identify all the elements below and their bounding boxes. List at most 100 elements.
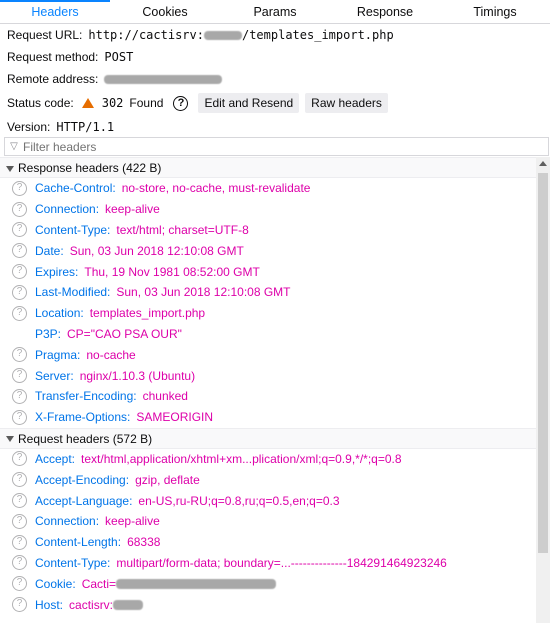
info-circle-icon[interactable]: ? [12, 388, 27, 404]
header-value[interactable]: en-US,ru-RU;q=0.8,ru;q=0.5,en;q=0.3 [138, 494, 339, 508]
header-row[interactable]: ? Location: templates_import.php [0, 303, 536, 324]
response-headers-section[interactable]: Response headers (422 B) [0, 157, 536, 178]
version-row: Version: HTTP/1.1 [7, 116, 547, 138]
info-circle-icon[interactable]: ? [12, 347, 27, 363]
info-circle-icon[interactable]: ? [12, 222, 27, 238]
header-value[interactable]: cactisrv: [69, 598, 113, 612]
info-circle-icon[interactable]: ? [12, 555, 27, 571]
tab-params[interactable]: Params [220, 0, 330, 23]
info-circle-icon[interactable]: ? [12, 284, 27, 300]
response-headers-title: Response headers (422 B) [18, 161, 162, 175]
header-row[interactable]: ? Cache-Control: no-store, no-cache, must-… [0, 178, 536, 199]
header-row[interactable]: ? Accept: text/html,application/xhtml+xm..… [0, 449, 536, 470]
header-row[interactable]: ? Host: cactisrv: [0, 594, 536, 615]
info-circle-icon[interactable]: ? [12, 243, 27, 259]
info-circle-icon[interactable]: ? [12, 264, 27, 280]
redacted-value [116, 578, 277, 589]
header-row[interactable]: ? Content-Type: multipart/form-data; bound… [0, 553, 536, 574]
header-value[interactable]: Sun, 03 Jun 2018 12:10:08 GMT [70, 244, 244, 258]
filter-headers-input[interactable] [23, 139, 523, 154]
scrollbar-thumb[interactable] [538, 173, 548, 553]
header-name: P3P: [35, 326, 62, 341]
info-circle-icon[interactable]: ? [12, 368, 27, 384]
header-row[interactable]: ? X-Frame-Options: SAMEORIGIN [0, 407, 536, 428]
header-value[interactable]: Cacti= [82, 577, 116, 591]
header-row[interactable]: ? Transfer-Encoding: chunked [0, 386, 536, 407]
request-headers-title: Request headers (572 B) [18, 431, 153, 446]
header-row[interactable]: ? Date: Sun, 03 Jun 2018 12:10:08 GMT [0, 240, 536, 261]
scroll-up-arrow-icon[interactable] [539, 161, 547, 166]
request-url-prefix: http://cactisrv: [88, 28, 204, 42]
header-row[interactable]: ? Connection: keep-alive [0, 199, 536, 220]
header-value[interactable]: chunked [143, 389, 188, 403]
header-name: Last-Modified: [35, 285, 111, 300]
header-row[interactable]: ? Pragma: no-cache [0, 344, 536, 365]
header-value[interactable]: multipart/form-data; boundary=...-------… [116, 556, 446, 570]
info-circle-icon: ? [12, 326, 27, 341]
tab-headers[interactable]: Headers [0, 0, 110, 23]
status-code-label: Status code: [7, 96, 74, 110]
vertical-scrollbar[interactable] [536, 157, 550, 623]
tab-response[interactable]: Response [330, 0, 440, 23]
request-method-value[interactable]: POST [104, 50, 133, 64]
redacted-value [113, 599, 144, 610]
header-row[interactable]: ? Cookie: Cacti= [0, 573, 536, 594]
tab-timings[interactable]: Timings [440, 0, 550, 23]
info-circle-icon[interactable]: ? [12, 493, 27, 509]
header-name: Date: [35, 243, 64, 258]
raw-headers-button[interactable]: Raw headers [305, 93, 388, 113]
header-value[interactable]: text/html; charset=UTF-8 [116, 223, 248, 237]
header-value[interactable]: Thu, 19 Nov 1981 08:52:00 GMT [84, 265, 259, 279]
request-url-suffix: /templates_import.php [241, 28, 394, 42]
header-row[interactable]: ? Server: nginx/1.10.3 (Ubuntu) [0, 365, 536, 386]
edit-and-resend-button[interactable]: Edit and Resend [198, 93, 300, 113]
header-value[interactable]: Sun, 03 Jun 2018 12:10:08 GMT [116, 285, 290, 299]
request-method-row: Request method: POST [7, 46, 547, 68]
info-circle-icon[interactable]: ? [12, 597, 27, 613]
info-circle-icon[interactable]: ? [12, 576, 27, 592]
help-circle-icon[interactable]: ? [173, 95, 189, 111]
header-row[interactable]: ? Content-Type: text/html; charset=UTF-8 [0, 220, 536, 241]
header-row[interactable]: ? Accept-Language: en-US,ru-RU;q=0.8,ru;q=… [0, 490, 536, 511]
status-code-value: 302 [101, 96, 124, 110]
header-row[interactable]: ? Expires: Thu, 19 Nov 1981 08:52:00 GMT [0, 261, 536, 282]
request-summary: Request URL: http://cactisrv: /templates_… [7, 24, 547, 138]
info-circle-icon[interactable]: ? [12, 472, 27, 488]
info-circle-icon[interactable]: ? [12, 513, 27, 529]
header-name: Cookie: [35, 576, 76, 591]
request-url-row: Request URL: http://cactisrv: /templates_… [7, 24, 547, 46]
header-value[interactable]: keep-alive [105, 514, 160, 528]
status-code-row: Status code: 302 Found ? Edit and Resend… [7, 90, 547, 116]
header-value[interactable]: SAMEORIGIN [136, 410, 213, 424]
info-circle-icon[interactable]: ? [12, 201, 27, 217]
header-row[interactable]: ? P3P: CP="CAO PSA OUR" [0, 324, 536, 345]
info-circle-icon[interactable]: ? [12, 305, 27, 321]
header-row[interactable]: ? Accept-Encoding: gzip, deflate [0, 469, 536, 490]
collapse-triangle-icon [6, 165, 14, 172]
header-name: Accept: [35, 451, 76, 466]
header-row[interactable]: ? Last-Modified: Sun, 03 Jun 2018 12:10:08… [0, 282, 536, 303]
info-circle-icon[interactable]: ? [12, 180, 27, 196]
header-row[interactable]: ? Content-Length: 68338 [0, 532, 536, 553]
header-value[interactable]: CP="CAO PSA OUR" [67, 327, 182, 341]
header-value[interactable]: nginx/1.10.3 (Ubuntu) [80, 369, 195, 383]
header-value[interactable]: no-cache [86, 348, 135, 362]
info-circle-icon[interactable]: ? [12, 534, 27, 550]
header-value[interactable]: 68338 [127, 535, 160, 549]
header-row[interactable]: ? Connection: keep-alive [0, 511, 536, 532]
remote-address-row: Remote address: [7, 68, 547, 90]
info-circle-icon[interactable]: ? [12, 409, 27, 425]
header-value[interactable]: gzip, deflate [135, 473, 200, 487]
info-circle-icon[interactable]: ? [12, 451, 27, 467]
request-url-value[interactable]: http://cactisrv: /templates_import.php [88, 28, 393, 42]
header-value[interactable]: text/html,application/xhtml+xm...plicati… [81, 452, 402, 466]
request-headers-section[interactable]: Request headers (572 B) [0, 427, 536, 449]
header-value[interactable]: no-store, no-cache, must-revalidate [122, 181, 311, 195]
header-name: Transfer-Encoding: [35, 389, 137, 404]
header-value[interactable]: templates_import.php [90, 306, 205, 320]
tab-cookies[interactable]: Cookies [110, 0, 220, 23]
redacted-remote-address [104, 74, 223, 84]
request-method-label: Request method: [7, 50, 99, 64]
header-value[interactable]: keep-alive [105, 202, 160, 216]
header-name: Server: [35, 368, 74, 383]
